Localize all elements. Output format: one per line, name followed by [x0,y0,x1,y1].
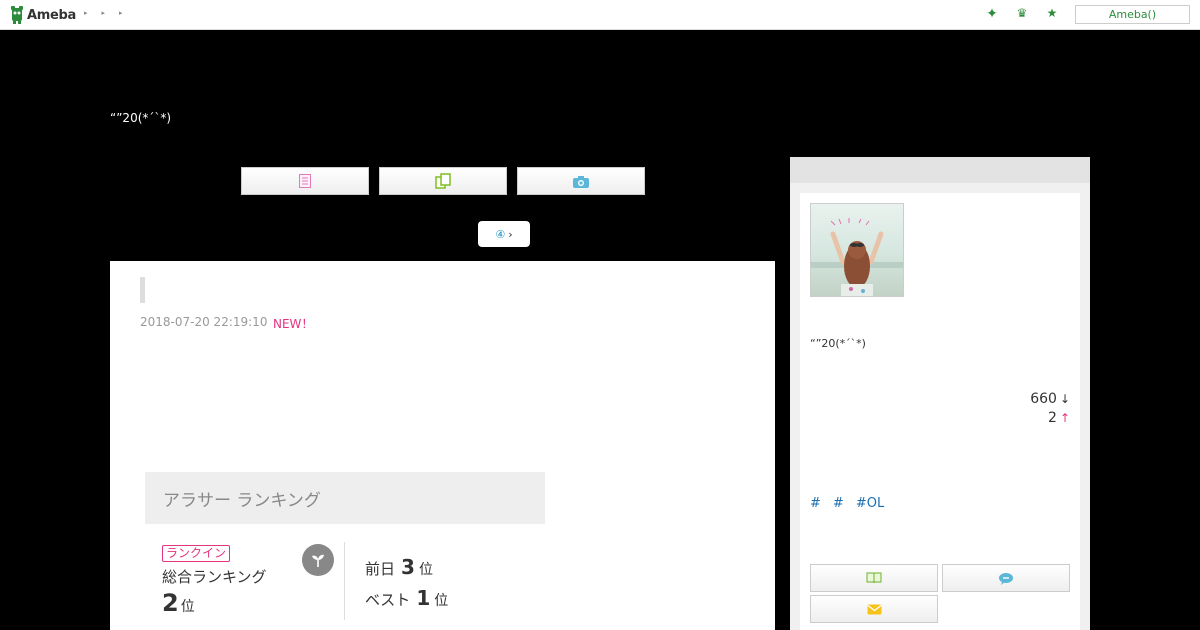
previous-day-label: 前日 [365,560,396,578]
rank-stat: 2 ↑ [1048,410,1070,426]
ranking-divider [344,542,345,620]
ameba-mascot-icon [11,6,23,24]
sprout-icon [302,544,334,576]
arrow-up-icon: ↑ [1059,411,1070,425]
chevron-right-icon: › [508,227,513,241]
top-bar: Ameba ▸ ▸ ▸ ✦ ♛ ★ Ameba() [0,0,1200,30]
rank-unit: 位 [180,599,195,615]
ranking-header[interactable]: アラサー ランキング [145,472,545,524]
sparkle-icon[interactable]: ✦ [984,6,1000,22]
theme-list-button[interactable] [379,167,507,195]
reader-count: 660 ↓ [1030,391,1070,407]
previous-day-rank: 前日 3 位 [365,555,433,579]
breadcrumb-arrow-icon[interactable]: ▸ [84,9,88,17]
photo-list-button[interactable] [517,167,645,195]
chat-icon [999,572,1013,585]
entry-list-button[interactable] [241,167,369,195]
stat-value: 660 [1030,391,1057,407]
breadcrumb: ▸ ▸ ▸ [84,9,123,17]
ameba-login-button[interactable]: Ameba() [1075,5,1190,24]
entry-list-icon [299,174,311,188]
header-icons: ✦ ♛ ★ [984,6,1060,22]
sidebar-header [790,157,1090,183]
profile-name[interactable]: “”20(*´`*) [810,337,866,350]
mail-button[interactable] [810,595,938,623]
best-value: 1 [416,586,431,610]
overall-rank-value: 2 [162,589,179,617]
rank-unit: 位 [418,562,433,578]
best-label: ベスト [365,591,411,609]
overall-rank: 2位 [162,589,195,617]
breadcrumb-arrow-icon[interactable]: ▸ [102,9,106,17]
hashtag-link[interactable]: # [810,496,821,511]
mail-icon [867,604,881,614]
star-icon[interactable]: ★ [1044,6,1060,22]
previous-day-value: 3 [401,555,415,579]
camera-icon [573,175,589,188]
rank-unit: 位 [434,593,449,609]
entry-date: 2018-07-20 22:19:10 [140,315,268,329]
breadcrumb-arrow-icon[interactable]: ▸ [119,9,123,17]
hashtag-list: # # #OL [810,496,884,511]
message-button[interactable] [942,564,1070,592]
ameba-logo[interactable]: Ameba [10,5,76,25]
theme-list-icon [435,173,451,189]
arrow-down-icon: ↓ [1059,392,1070,406]
best-rank: ベスト 1 位 [365,586,448,610]
reader-register-button[interactable] [810,564,938,592]
blog-title[interactable]: “”20(*´`*) [110,111,171,125]
avatar[interactable] [810,203,904,297]
reader-label: ④ [495,227,506,241]
book-icon [866,572,882,584]
new-badge: NEW！ [273,317,314,331]
hashtag-link[interactable]: # [833,496,844,511]
stat-value: 2 [1048,410,1057,426]
entry-title-marker [140,277,145,303]
overall-ranking-label: 総合ランキング [162,568,267,586]
logo-text: Ameba [27,7,77,23]
sidebar: “”20(*´`*) 660 ↓ 2 ↑ # # #OL [790,157,1090,630]
hashtag-link[interactable]: #OL [856,496,884,511]
crown-icon[interactable]: ♛ [1014,6,1030,22]
reader-button[interactable]: ④ › [478,221,530,247]
entry-panel: 2018-07-20 22:19:10 NEW！ アラサー ランキング ランクイ… [110,261,775,630]
rank-in-badge: ランクイン [162,545,231,562]
